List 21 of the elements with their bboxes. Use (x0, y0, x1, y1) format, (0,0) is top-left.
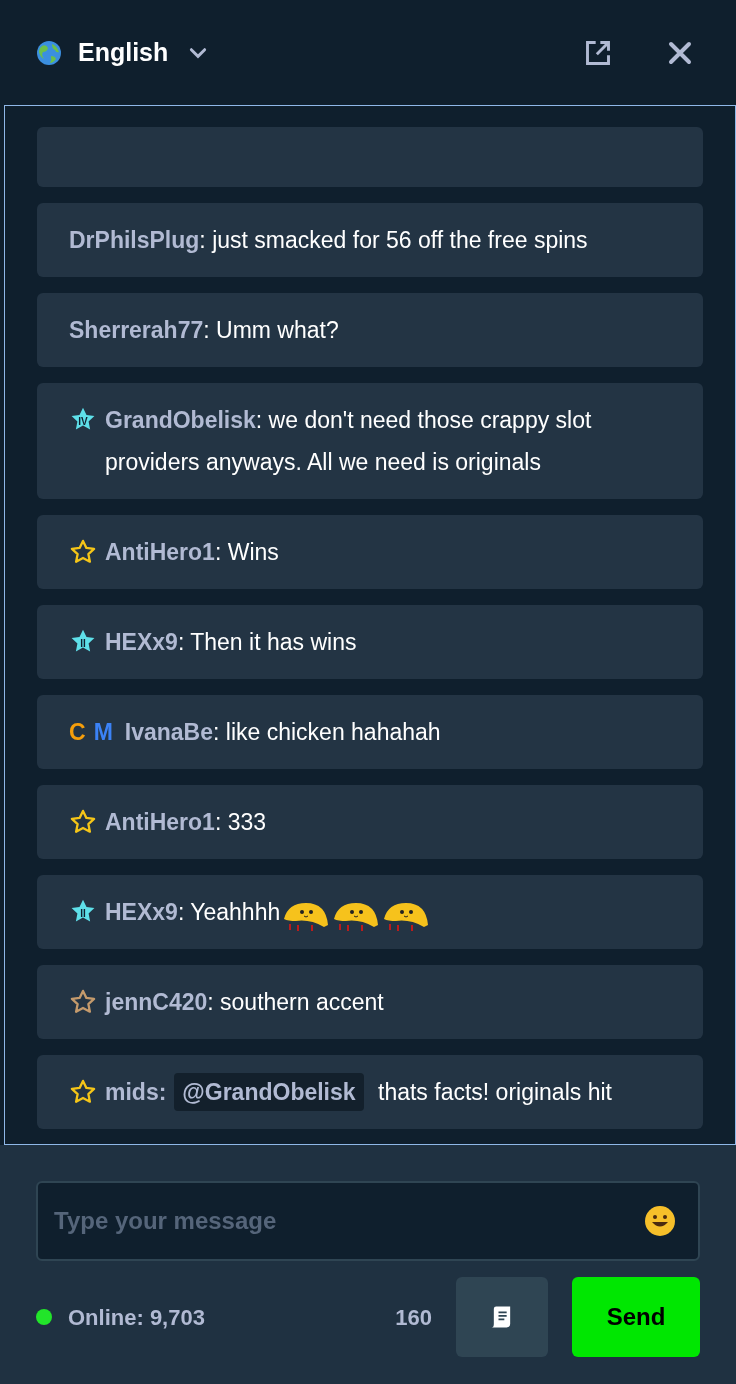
role-letter: M (93, 718, 113, 747)
message-text: AntiHero1: 333 (105, 808, 268, 837)
message-text: mids: @GrandObelisk thats facts! originals hit (105, 1071, 671, 1113)
message-text: Sherrerah77: Umm what? (69, 316, 340, 345)
online-count: Online: 9,703 (68, 1303, 205, 1332)
character-count: 160 (395, 1303, 432, 1332)
message-text: GrandObelisk: we don't need those crappy slot providers anyways. All we need is originals (105, 406, 593, 477)
message-text: HEXx9: Yeahhhh (105, 891, 671, 933)
message-text: IvanaBe: like chicken hahahah (124, 718, 442, 747)
message-text: DrPhilsPlug: just smacked for 56 off the free spins (69, 226, 589, 255)
role-letter: C (69, 718, 86, 747)
message-field[interactable]: Type your message (36, 1181, 700, 1261)
rules-button[interactable] (456, 1277, 548, 1357)
message-text: jennC420: southern accent (105, 988, 385, 1017)
message-text: HEXx9: Then it has wins (105, 628, 358, 657)
send-button[interactable]: Send (572, 1277, 700, 1357)
language-selector[interactable]: English (78, 33, 209, 72)
message-text: AntiHero1: Wins (105, 538, 280, 567)
smiley-icon[interactable] (644, 1205, 676, 1237)
globe-icon (36, 39, 62, 66)
mention-chip[interactable]: @GrandObelisk (174, 1073, 364, 1111)
